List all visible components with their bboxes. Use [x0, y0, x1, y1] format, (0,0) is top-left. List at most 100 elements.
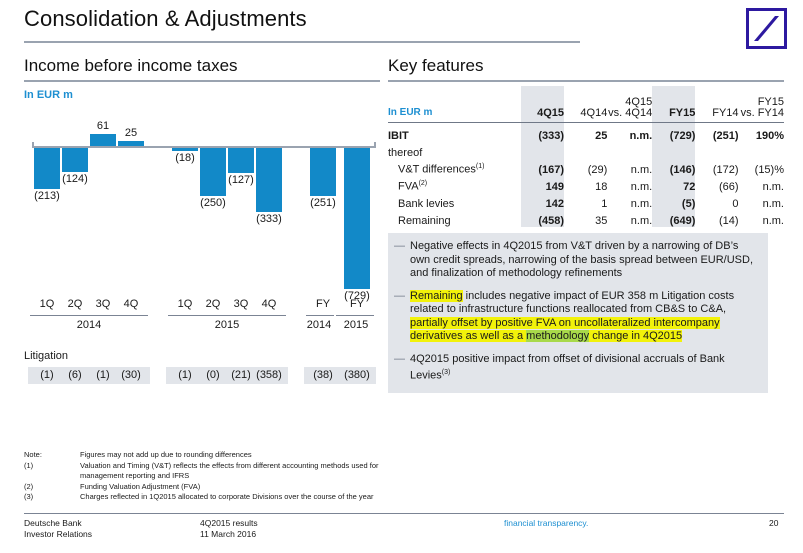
x-axis-tick-label: 4Q [123, 298, 139, 310]
footnote-row: (3) Charges reflected in 1Q2015 allocated… [24, 492, 424, 503]
footer-page-number: 20 [769, 518, 779, 528]
table-column-header: FY15 vs. FY14 [739, 86, 784, 123]
table-row-label: thereof [388, 147, 423, 159]
table-cell: (172) [712, 164, 739, 176]
table-cell [607, 142, 652, 159]
footnote-key: (1) [24, 460, 34, 470]
chart-bar [344, 148, 370, 289]
footnote-row: Note: Figures may not add up due to round… [24, 450, 424, 461]
bullet-item: — Negative effects in 4Q2015 from V&T dri… [394, 240, 758, 281]
table-cell: (649) [652, 210, 696, 227]
table-cell: (146) [652, 159, 696, 176]
year-group-rule [30, 315, 148, 316]
table-column-header: 4Q15 vs. 4Q14 [607, 86, 652, 123]
chart-bar-label: (127) [228, 173, 254, 186]
litigation-label: Litigation [24, 350, 69, 362]
table-cell: n.m. [762, 181, 784, 193]
table-column-header: 4Q15 [520, 86, 565, 123]
footnote-key: (3) [24, 492, 34, 501]
footer-tagline: financial transparency. [504, 518, 589, 528]
bullet-item: — Remaining includes negative impact of E… [394, 289, 758, 344]
chart-bar-label: (250) [200, 197, 226, 210]
table-cell: 72 [652, 176, 696, 193]
table-cell [739, 142, 784, 159]
table-cell: 35 [595, 215, 608, 227]
footer-results-title: 4Q2015 results [200, 518, 258, 528]
x-axis-tick-label: 4Q [261, 298, 277, 310]
bullet-item: — 4Q2015 positive impact from offset of d… [394, 353, 758, 384]
column-header-line2: vs. FY14 [740, 107, 784, 119]
table-row: IBIT (333) 25 n.m. (729) (251) 190% [388, 122, 784, 142]
key-features-bullets: — Negative effects in 4Q2015 from V&T dri… [388, 233, 768, 394]
left-unit-label: In EUR m [24, 89, 73, 101]
footnote-key: (2) [24, 481, 34, 491]
table-cell: (66) [718, 181, 739, 193]
table-cell [652, 142, 696, 159]
table-cell: 0 [732, 198, 739, 210]
chart-bar-label: (124) [62, 172, 88, 185]
year-group-rule [306, 315, 334, 316]
table-cell: n.m. [762, 215, 784, 227]
bullet-text-segment: 4Q2015 positive impact from offset of di… [410, 352, 725, 382]
footnote-row: (2) Funding Valuation Adjustment (FVA) [24, 482, 424, 493]
year-group-label: 2015 [214, 319, 240, 331]
table-cell: n.m. [630, 215, 653, 227]
key-features-table: In EUR m 4Q15 4Q14 4Q15 vs. 4Q14 FY15 FY14 FY1… [388, 86, 784, 227]
bullet-dash-icon: — [394, 289, 405, 302]
table-row: Remaining (458) 35 n.m. (649) (14) n.m. [388, 210, 784, 227]
year-group-rule [336, 315, 374, 316]
footnote-text: Figures may not add up due to rounding d… [80, 450, 252, 459]
chart-bar [172, 148, 198, 152]
right-panel-divider [388, 80, 784, 82]
chart-bar-label: 25 [124, 127, 138, 140]
table-row: FVA(2) 149 18 n.m. 72 (66) n.m. [388, 176, 784, 193]
bullet-text-segment: (3) [441, 369, 451, 376]
table-row-label: Remaining [398, 215, 451, 227]
table-cell: (729) [652, 122, 696, 142]
footer-company-name: Deutsche Bank [24, 518, 82, 528]
chart-x-axis: 1Q 2Q 3Q 4Q 1Q 2Q 3Q 4Q FY FY 2014 2015 2014 2015 [24, 298, 380, 344]
litigation-cell: (38) [304, 367, 342, 384]
bullet-text-segment: Remaining [410, 289, 463, 302]
bullet-text: Remaining includes negative impact of EU… [410, 289, 758, 344]
bullet-text: Negative effects in 4Q2015 from V&T driv… [410, 240, 758, 281]
table-cell: (29) [587, 164, 608, 176]
table-cell: (333) [520, 122, 565, 142]
title-divider [24, 41, 580, 43]
chart-bar [62, 148, 88, 172]
table-column-header: FY14 [712, 107, 739, 119]
deutsche-bank-logo [746, 8, 787, 49]
table-row: V&T differences(1) (167) (29) n.m. (146) (172… [388, 159, 784, 176]
table-cell: (5) [652, 193, 696, 210]
table-cell: 1 [601, 198, 608, 210]
column-header-line2: vs. 4Q14 [608, 107, 653, 119]
table-header: In EUR m 4Q15 4Q14 4Q15 vs. 4Q14 FY15 FY14 FY1… [388, 86, 784, 123]
footer-department: Investor Relations [24, 529, 93, 539]
table-cell [520, 142, 565, 159]
footnotes: Note: Figures may not add up due to round… [24, 450, 424, 503]
table-cell: n.m. [762, 198, 784, 210]
table-cell: n.m. [630, 181, 653, 193]
footer-company: Deutsche Bank Investor Relations [24, 518, 92, 540]
table-cell [564, 142, 607, 159]
table-cell: n.m. [630, 164, 653, 176]
litigation-cell: (380) [338, 367, 376, 384]
bullet-text-segment: Negative effects in 4Q2015 from V&T driv… [410, 240, 754, 279]
key-features-panel: Key features In EUR m 4Q15 4Q14 4Q15 vs. 4Q… [388, 56, 784, 394]
litigation-row: Litigation (1) (6) (1) (30) (1) (0) (21) (358)(… [24, 350, 380, 396]
table-row: Bank levies 142 1 n.m. (5) 0 n.m. [388, 193, 784, 210]
table-cell: n.m. [630, 198, 653, 210]
table-cell: (14) [718, 215, 739, 227]
table-cell: (167) [520, 159, 565, 176]
footer-date: 11 March 2016 [200, 529, 257, 539]
footnote-marker: (2) [418, 180, 428, 188]
footnote-marker: (1) [475, 163, 485, 171]
chart-bar-label: (333) [256, 213, 282, 226]
table-cell: n.m. [607, 122, 653, 142]
table-row-label: Bank levies [398, 198, 455, 210]
litigation-cell: (358) [250, 367, 288, 384]
table-cell: 190% [738, 122, 784, 142]
footnote-row: (1) Valuation and Timing (V&T) reflects t… [24, 461, 424, 482]
right-panel-heading: Key features [388, 56, 484, 75]
table-header-row: In EUR m 4Q15 4Q14 4Q15 vs. 4Q14 FY15 FY14 FY1… [388, 86, 784, 123]
